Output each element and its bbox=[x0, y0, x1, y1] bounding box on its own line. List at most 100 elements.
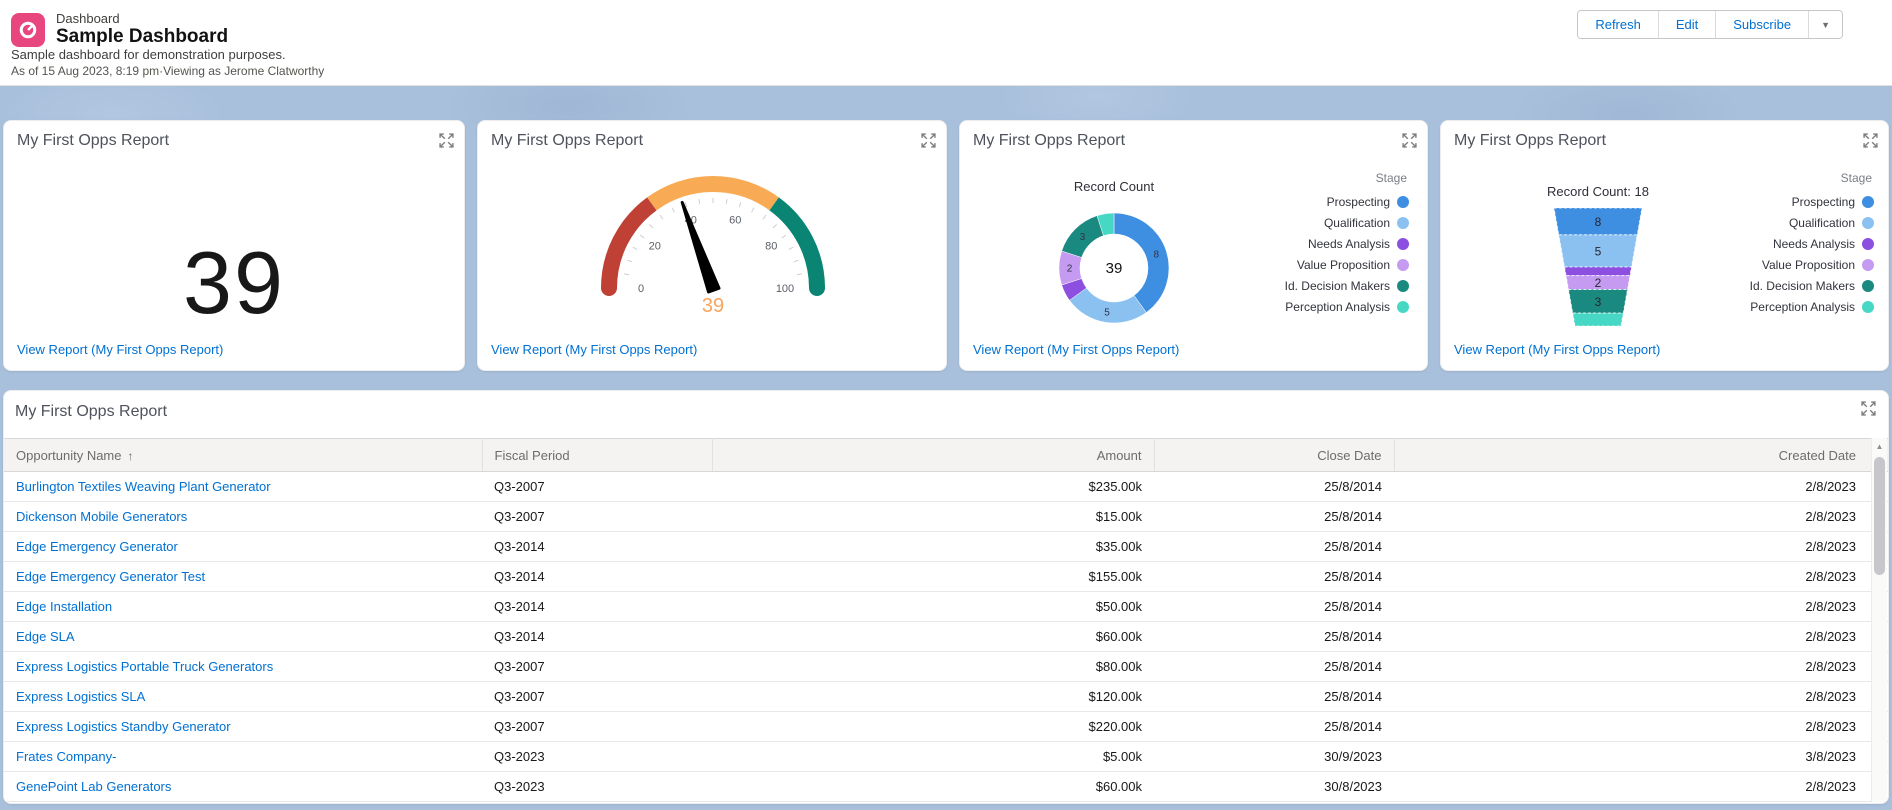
as-of-text: As of 15 Aug 2023, 8:19 pm·Viewing as Je… bbox=[11, 64, 324, 78]
legend-item-id-decision-makers: Id. Decision Makers bbox=[1285, 275, 1409, 296]
funnel-chart-title: Record Count: 18 bbox=[1478, 184, 1718, 199]
svg-text:39: 39 bbox=[1106, 260, 1123, 277]
legend-item-qualification: Qualification bbox=[1285, 212, 1409, 233]
opportunity-link[interactable]: Express Logistics Standby Generator bbox=[16, 719, 231, 734]
table-cell: Q3-2007 bbox=[482, 472, 712, 502]
view-report-link[interactable]: View Report (My First Opps Report) bbox=[1454, 342, 1660, 357]
table-cell: 2/8/2023 bbox=[1394, 562, 1889, 592]
expand-button[interactable] bbox=[1860, 401, 1876, 417]
legend-swatch-icon bbox=[1397, 238, 1409, 250]
legend-item-perception-analysis: Perception Analysis bbox=[1750, 296, 1874, 317]
opportunity-link[interactable]: Burlington Textiles Weaving Plant Genera… bbox=[16, 479, 271, 494]
opportunity-link[interactable]: Edge SLA bbox=[16, 629, 75, 644]
svg-text:2: 2 bbox=[1595, 276, 1602, 290]
column-header-created-date[interactable]: Created Date bbox=[1394, 439, 1889, 472]
table-cell: 25/8/2014 bbox=[1154, 592, 1394, 622]
column-header-label: Fiscal Period bbox=[495, 448, 570, 463]
legend-swatch-icon bbox=[1862, 301, 1874, 313]
legend-label: Id. Decision Makers bbox=[1285, 279, 1390, 293]
funnel-card: My First Opps Report Record Count: 18 85… bbox=[1440, 120, 1889, 371]
donut-chart-title: Record Count bbox=[994, 179, 1234, 194]
opportunity-link[interactable]: Express Logistics SLA bbox=[16, 689, 145, 704]
opportunity-link[interactable]: Frates Company- bbox=[16, 749, 116, 764]
legend-item-prospecting: Prospecting bbox=[1285, 191, 1409, 212]
legend-item-qualification: Qualification bbox=[1750, 212, 1874, 233]
opportunity-link[interactable]: GenePoint Lab Generators bbox=[16, 779, 171, 794]
table-row: Express Logistics Portable Truck Generat… bbox=[4, 652, 1889, 682]
table-cell: Q3-2007 bbox=[482, 502, 712, 532]
stage-legend: Stage ProspectingQualificationNeeds Anal… bbox=[1285, 171, 1409, 317]
legend-label: Needs Analysis bbox=[1773, 237, 1855, 251]
legend-item-prospecting: Prospecting bbox=[1750, 191, 1874, 212]
scrollbar-thumb[interactable] bbox=[1874, 457, 1885, 575]
table-cell: 3/8/2023 bbox=[1394, 742, 1889, 772]
table-cell: Q3-2014 bbox=[482, 562, 712, 592]
legend-label: Needs Analysis bbox=[1308, 237, 1390, 251]
metric-card: My First Opps Report 39 View Report (My … bbox=[3, 120, 465, 371]
expand-button[interactable] bbox=[920, 133, 936, 149]
legend-item-value-proposition: Value Proposition bbox=[1750, 254, 1874, 275]
table-cell: 30/9/2023 bbox=[1154, 742, 1394, 772]
expand-button[interactable] bbox=[1862, 133, 1878, 149]
table-cell: $220.00k bbox=[712, 712, 1154, 742]
column-header-fiscal-period[interactable]: Fiscal Period bbox=[482, 439, 712, 472]
scroll-up-button[interactable]: ▲ bbox=[1872, 439, 1887, 454]
expand-button[interactable] bbox=[1401, 133, 1417, 149]
opportunity-link[interactable]: Edge Installation bbox=[16, 599, 112, 614]
subscribe-button[interactable]: Subscribe bbox=[1716, 11, 1809, 38]
view-report-link[interactable]: View Report (My First Opps Report) bbox=[17, 342, 223, 357]
svg-text:2: 2 bbox=[1067, 264, 1073, 275]
opportunity-name-cell: Frates Company- bbox=[4, 742, 482, 772]
table-cell: $80.00k bbox=[712, 652, 1154, 682]
table-header-row: Opportunity Name↑ Fiscal Period AmountClos… bbox=[4, 439, 1889, 472]
refresh-button[interactable]: Refresh bbox=[1578, 11, 1659, 38]
legend-swatch-icon bbox=[1862, 217, 1874, 229]
opportunity-link[interactable]: Edge Emergency Generator bbox=[16, 539, 178, 554]
table-cell bbox=[1154, 802, 1394, 805]
table-cell: 2/8/2023 bbox=[1394, 472, 1889, 502]
table-cell bbox=[482, 802, 712, 805]
table-cell: $15.00k bbox=[712, 502, 1154, 532]
gauge-card: My First Opps Report 02040608010039 View… bbox=[477, 120, 947, 371]
expand-button[interactable] bbox=[438, 133, 454, 149]
table-row: Express Logistics Standby GeneratorQ3-20… bbox=[4, 712, 1889, 742]
view-report-link[interactable]: View Report (My First Opps Report) bbox=[491, 342, 697, 357]
legend-label: Perception Analysis bbox=[1750, 300, 1855, 314]
table-cell: Q3-2014 bbox=[482, 622, 712, 652]
table-row: Edge Emergency Generator TestQ3-2014$155… bbox=[4, 562, 1889, 592]
vertical-scrollbar[interactable]: ▲ bbox=[1871, 438, 1887, 802]
column-header-close-date[interactable]: Close Date bbox=[1154, 439, 1394, 472]
funnel-chart: 8523 bbox=[1538, 207, 1658, 327]
legend-label: Id. Decision Makers bbox=[1750, 279, 1855, 293]
svg-text:8: 8 bbox=[1154, 250, 1160, 261]
opportunity-name-cell: Express Logistics Standby Generator bbox=[4, 712, 482, 742]
column-header-opportunity-name[interactable]: Opportunity Name↑ bbox=[4, 439, 482, 472]
opportunity-link[interactable]: Dickenson Mobile Generators bbox=[16, 509, 187, 524]
table-row: GenePoint Lab GeneratorsQ3-2023$60.00k30… bbox=[4, 772, 1889, 802]
svg-text:0: 0 bbox=[638, 283, 644, 295]
legend-swatch-icon bbox=[1397, 196, 1409, 208]
opportunity-name-cell: Express Logistics SLA bbox=[4, 682, 482, 712]
report-table-card: My First Opps Report Opportunity Name↑Fi… bbox=[3, 390, 1889, 804]
view-report-link[interactable]: View Report (My First Opps Report) bbox=[973, 342, 1179, 357]
legend-swatch-icon bbox=[1397, 259, 1409, 271]
expand-icon bbox=[439, 133, 454, 148]
table-row: Dickenson Mobile Generators Q3-2007$15.00… bbox=[4, 502, 1889, 532]
table-cell: Q3-2014 bbox=[482, 592, 712, 622]
legend-swatch-icon bbox=[1862, 196, 1874, 208]
dashboard-gauge-icon bbox=[11, 13, 45, 47]
more-actions-button[interactable]: ▼ bbox=[1809, 11, 1842, 38]
table-cell: 2/8/2023 bbox=[1394, 502, 1889, 532]
opportunity-link[interactable]: Express Logistics Portable Truck Generat… bbox=[16, 659, 273, 674]
table-row-partial bbox=[4, 802, 1889, 805]
opportunity-link[interactable]: Edge Emergency Generator Test bbox=[16, 569, 205, 584]
opportunity-name-cell: Dickenson Mobile Generators bbox=[4, 502, 482, 532]
table-cell bbox=[1394, 802, 1889, 805]
svg-text:5: 5 bbox=[1595, 244, 1602, 258]
table-cell: 25/8/2014 bbox=[1154, 682, 1394, 712]
legend-swatch-icon bbox=[1397, 217, 1409, 229]
column-header-amount[interactable]: Amount bbox=[712, 439, 1154, 472]
column-header-label: Opportunity Name bbox=[16, 448, 122, 463]
edit-button[interactable]: Edit bbox=[1659, 11, 1716, 38]
legend-label: Prospecting bbox=[1327, 195, 1390, 209]
